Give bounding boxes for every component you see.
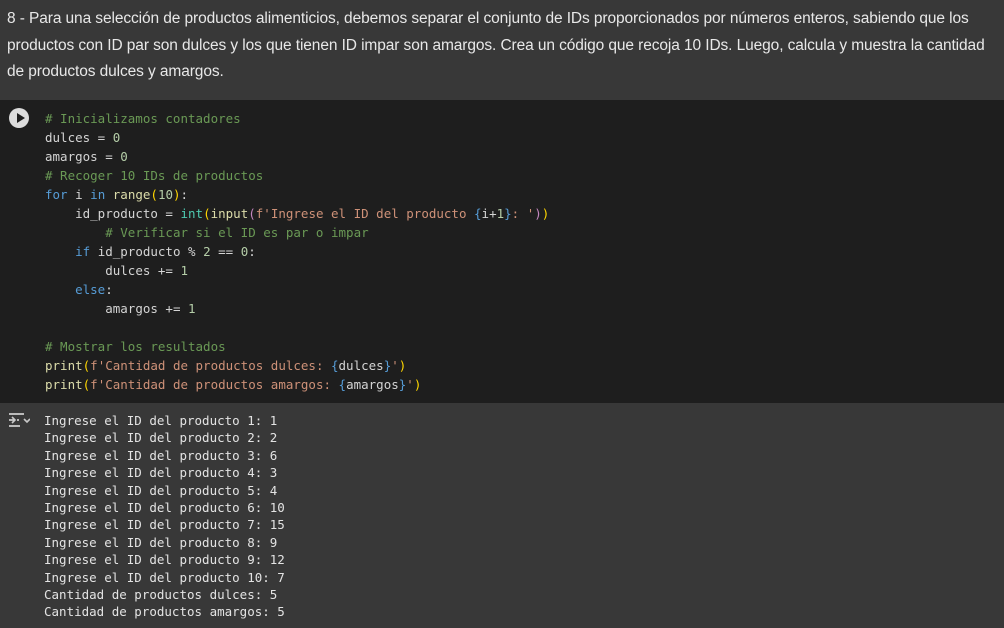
code-line-7: # Verificar si el ID es par o impar	[105, 225, 369, 240]
output-line: Ingrese el ID del producto 8: 9	[44, 534, 278, 550]
output-line: Ingrese el ID del producto 5: 4	[44, 482, 278, 498]
code-line-13: # Mostrar los resultados	[45, 339, 226, 354]
output-line: Ingrese el ID del producto 6: 10	[44, 499, 285, 515]
output-line: Cantidad de productos amargos: 5	[44, 604, 285, 620]
output-line: Ingrese el ID del producto 10: 7	[44, 569, 285, 585]
code-line-3: amargos = 0	[45, 149, 128, 164]
output-line: Ingrese el ID del producto 2: 2	[44, 430, 278, 446]
output-line: Ingrese el ID del producto 9: 12	[44, 552, 285, 568]
output-line: Ingrese el ID del producto 4: 3	[44, 465, 278, 481]
code-line-14: print(f'Cantidad de productos dulces: {d…	[45, 358, 407, 373]
code-line-5: for i in range(10):	[45, 187, 189, 202]
code-line-15: print(f'Cantidad de productos amargos: {…	[45, 377, 422, 392]
output-toggle-icon[interactable]	[8, 411, 30, 429]
run-cell-button[interactable]	[9, 108, 29, 128]
code-line-10: else:	[75, 282, 113, 297]
code-line-11: amargos += 1	[105, 301, 196, 316]
code-editor[interactable]: # Inicializamos contadores dulces = 0 amar…	[45, 109, 549, 394]
code-line-6: id_producto = int(input(f'Ingrese el ID …	[75, 206, 550, 221]
code-line-4: # Recoger 10 IDs de productos	[45, 168, 264, 183]
markdown-cell[interactable]: 8 - Para una selección de productos alim…	[0, 0, 1004, 100]
output-line: Ingrese el ID del producto 7: 15	[44, 517, 285, 533]
cell-output: Ingrese el ID del producto 1: 1 Ingrese e…	[44, 412, 285, 621]
code-line-8: if id_producto % 2 == 0:	[75, 244, 256, 259]
code-line-9: dulces += 1	[105, 263, 189, 278]
output-line: Cantidad de productos dulces: 5	[44, 586, 278, 602]
markdown-text: 8 - Para una selección de productos alim…	[7, 10, 985, 80]
output-line: Ingrese el ID del producto 1: 1	[44, 413, 278, 428]
code-line-2: dulces = 0	[45, 130, 121, 145]
code-line-1: # Inicializamos contadores	[45, 111, 241, 126]
output-line: Ingrese el ID del producto 3: 6	[44, 447, 278, 463]
